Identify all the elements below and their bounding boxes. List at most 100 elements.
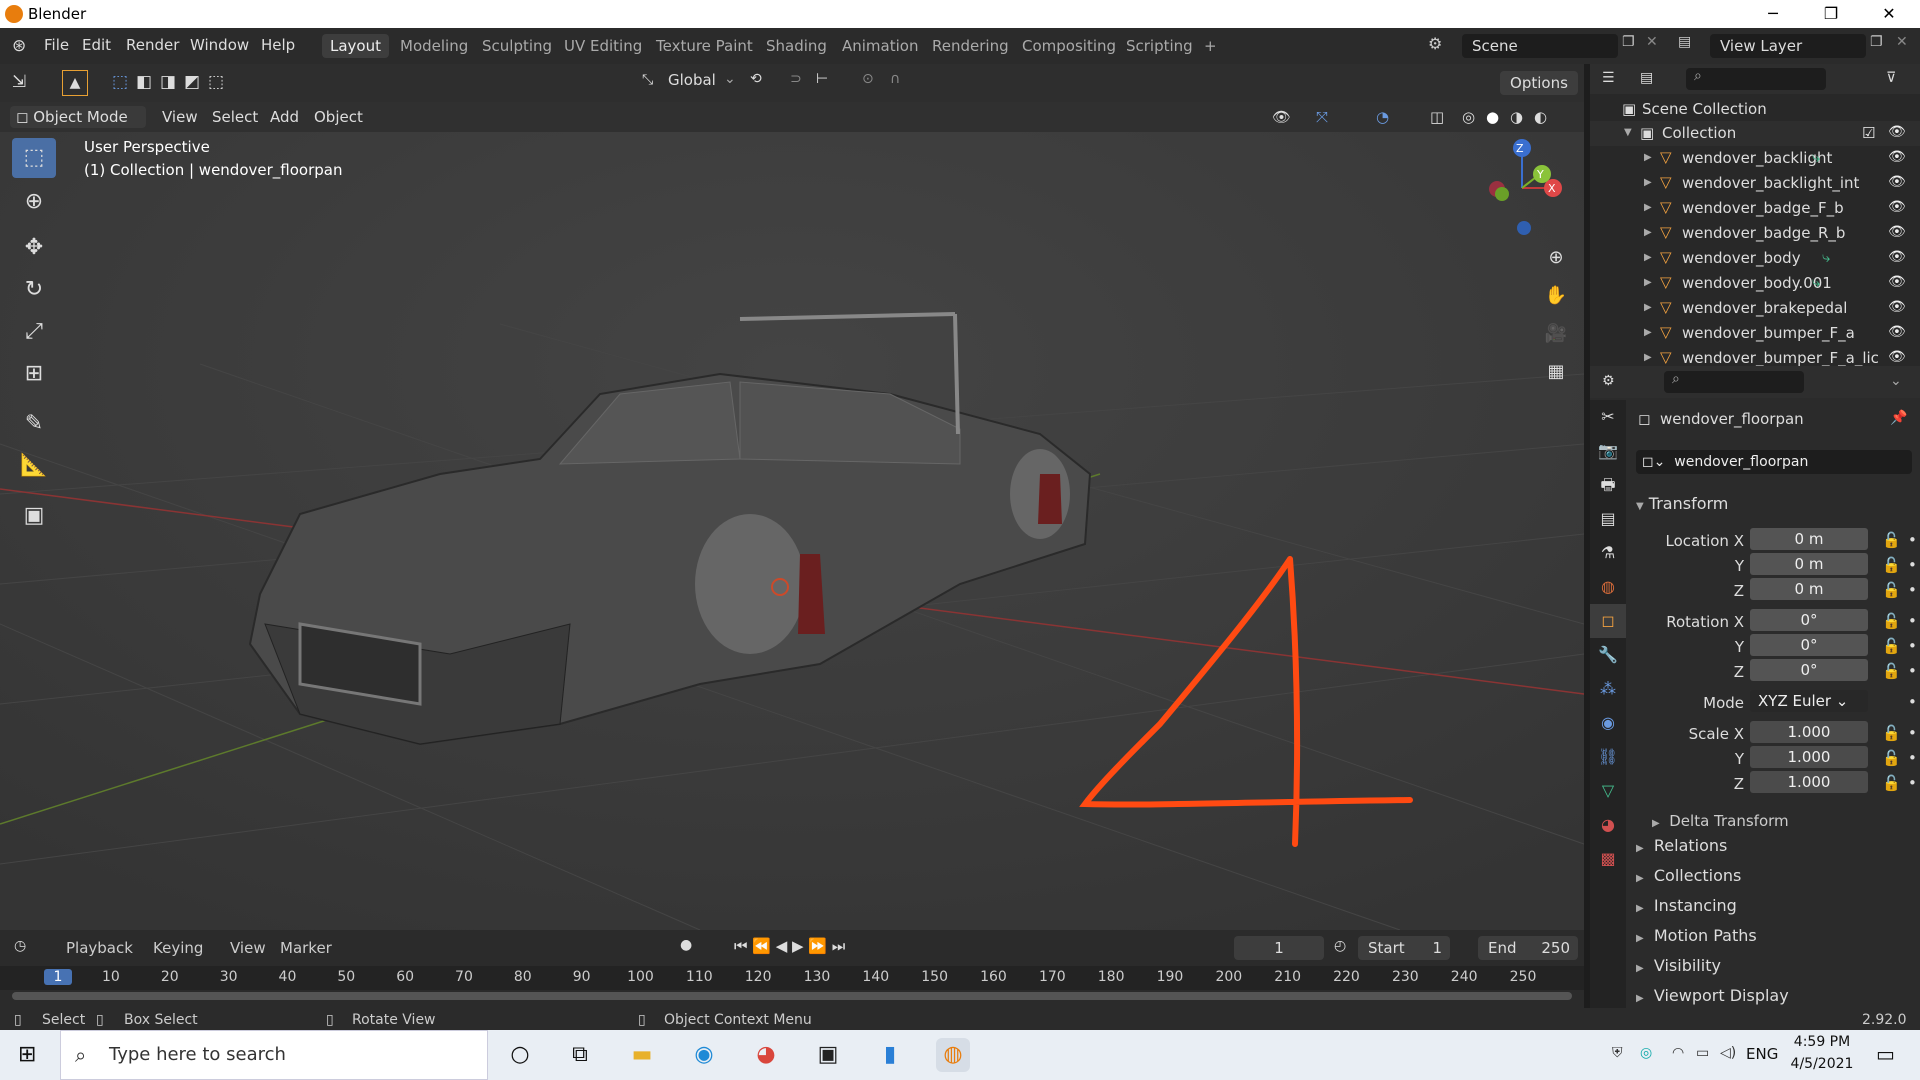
- properties-panel-header[interactable]: ▶ Visibility: [1636, 956, 1721, 975]
- keyframe-dot-icon[interactable]: •: [1908, 612, 1917, 630]
- tab-rendering[interactable]: Rendering: [924, 34, 1017, 58]
- scene-field[interactable]: Scene: [1462, 34, 1618, 58]
- tab-compositing[interactable]: Compositing: [1014, 34, 1124, 58]
- shading-material-icon[interactable]: ◑: [1504, 106, 1529, 128]
- store-icon[interactable]: ▣: [811, 1038, 845, 1072]
- remove-scene-icon[interactable]: ✕: [1646, 34, 1658, 50]
- expand-triangle-icon[interactable]: ▶: [1644, 152, 1652, 163]
- lock-icon[interactable]: 🔓: [1882, 581, 1901, 599]
- expand-triangle-icon[interactable]: ▶: [1644, 202, 1652, 213]
- outliner-item[interactable]: ▶ ▽ wendover_badge_F_b 👁: [1590, 196, 1920, 221]
- constraints-tab-icon[interactable]: ⛓: [1590, 740, 1626, 774]
- pin-icon[interactable]: 📌: [1890, 410, 1907, 426]
- menu-select[interactable]: Select: [206, 106, 264, 128]
- zoom-icon[interactable]: ⊕: [1540, 242, 1572, 274]
- filter-icon[interactable]: ⊽: [1886, 70, 1896, 86]
- camera-view-icon[interactable]: 🎥: [1540, 318, 1572, 350]
- close-button[interactable]: ✕: [1860, 0, 1918, 28]
- location-z-field[interactable]: 0 m: [1750, 578, 1868, 600]
- maximize-button[interactable]: ❐: [1802, 0, 1860, 28]
- volume-icon[interactable]: ◁): [1720, 1045, 1736, 1061]
- expand-triangle-icon[interactable]: ▶: [1644, 277, 1652, 288]
- outliner-item[interactable]: ▶ ▽ wendover_badge_R_b 👁: [1590, 221, 1920, 246]
- scale-x-field[interactable]: 1.000: [1750, 721, 1868, 743]
- lock-icon[interactable]: 🔓: [1882, 531, 1901, 549]
- menu-view[interactable]: View: [156, 106, 204, 128]
- lock-icon[interactable]: 🔓: [1882, 662, 1901, 680]
- expand-triangle-icon[interactable]: ▶: [1644, 352, 1652, 363]
- expand-triangle-icon[interactable]: ▼: [1624, 127, 1632, 138]
- timeline-scrollbar[interactable]: [12, 992, 1572, 1000]
- keyframe-dot-icon[interactable]: •: [1908, 637, 1917, 655]
- scale-y-field[interactable]: 1.000: [1750, 746, 1868, 768]
- annotate-tool-icon[interactable]: ✎: [12, 404, 56, 444]
- expand-triangle-icon[interactable]: ▶: [1644, 302, 1652, 313]
- lock-icon[interactable]: 🔓: [1882, 612, 1901, 630]
- clock-time[interactable]: 4:59 PM: [1782, 1034, 1862, 1050]
- object-tab-icon[interactable]: ◻: [1590, 604, 1626, 638]
- xray-toggle-icon[interactable]: ◫: [1424, 106, 1450, 128]
- properties-panel-header[interactable]: ▶ Instancing: [1636, 896, 1737, 915]
- menu-timeline-view[interactable]: View: [230, 939, 266, 957]
- eye-icon[interactable]: 👁: [1888, 349, 1906, 365]
- pan-hand-icon[interactable]: ✋: [1540, 280, 1572, 312]
- windows-start-icon[interactable]: ⊞: [18, 1042, 36, 1067]
- outliner-item[interactable]: ▶ ▽ wendover_backlight 👁 ⤷: [1590, 146, 1920, 171]
- view-layer-field[interactable]: View Layer: [1710, 34, 1866, 58]
- transform-panel-header[interactable]: ▼ Transform: [1636, 494, 1728, 513]
- lock-icon[interactable]: 🔓: [1882, 556, 1901, 574]
- menu-add[interactable]: Add: [264, 106, 305, 128]
- add-workspace-button[interactable]: +: [1196, 34, 1225, 58]
- security-icon[interactable]: ⛨: [1612, 1045, 1623, 1061]
- view-layer-tab-icon[interactable]: ▤: [1590, 502, 1626, 536]
- add-cube-tool-icon[interactable]: ▣: [12, 496, 56, 536]
- tab-uv-editing[interactable]: UV Editing: [556, 34, 650, 58]
- physics-tab-icon[interactable]: ◉: [1590, 706, 1626, 740]
- battery-icon[interactable]: ▭: [1696, 1045, 1709, 1061]
- keyframe-dot-icon[interactable]: •: [1908, 556, 1917, 574]
- checkbox-icon[interactable]: ☑: [1862, 124, 1875, 142]
- file-explorer-icon[interactable]: ▬: [625, 1038, 659, 1072]
- properties-panel-header[interactable]: ▶ Relations: [1636, 836, 1727, 855]
- select-box-tool-icon[interactable]: ⬚: [12, 138, 56, 178]
- tab-texture-paint[interactable]: Texture Paint: [648, 34, 761, 58]
- rotation-z-field[interactable]: 0°: [1750, 659, 1868, 681]
- expand-triangle-icon[interactable]: ▶: [1644, 327, 1652, 338]
- 3d-viewport[interactable]: Z Y X ⇲ ▲ ⬚ ◧ ◨ ◩ ⬚ ⤡ Global ⌄ ⟲ ⊃ ⊢ ⊙ ∩…: [0, 64, 1584, 930]
- select-mode-subtract-icon[interactable]: ◨: [160, 72, 176, 92]
- proportional-edit-icon[interactable]: ⊙: [862, 71, 874, 87]
- chrome-icon[interactable]: ◕: [749, 1038, 783, 1072]
- tab-animation[interactable]: Animation: [834, 34, 926, 58]
- shading-wireframe-icon[interactable]: ◎: [1456, 106, 1481, 128]
- scene-tab-icon[interactable]: ⚗: [1590, 536, 1626, 570]
- properties-editor-icon[interactable]: ⚙: [1602, 373, 1615, 389]
- scene-icon[interactable]: ⚙: [1428, 34, 1442, 53]
- properties-panel-header[interactable]: ▶ Viewport Display: [1636, 986, 1789, 1005]
- keyframe-dot-icon[interactable]: •: [1908, 581, 1917, 599]
- timeline-editor-type-icon[interactable]: ◷: [14, 938, 26, 954]
- measure-tool-icon[interactable]: 📐: [12, 446, 56, 486]
- scale-z-field[interactable]: 1.000: [1750, 771, 1868, 793]
- language-indicator[interactable]: ENG: [1746, 1045, 1778, 1063]
- view-layer-icon[interactable]: ▤: [1678, 34, 1691, 50]
- lock-icon[interactable]: 🔓: [1882, 637, 1901, 655]
- new-scene-icon[interactable]: ❐: [1622, 34, 1635, 50]
- scale-tool-icon[interactable]: ⤢: [12, 312, 56, 352]
- blender-menu-icon[interactable]: ⊛: [12, 36, 26, 56]
- snap-target-icon[interactable]: ⊢: [816, 71, 828, 87]
- keyframe-dot-icon[interactable]: •: [1908, 531, 1917, 549]
- move-tool-icon[interactable]: ✥: [12, 228, 56, 268]
- menu-marker[interactable]: Marker: [280, 939, 332, 957]
- rotate-tool-icon[interactable]: ↻: [12, 270, 56, 310]
- properties-panel-header[interactable]: ▶ Collections: [1636, 866, 1741, 885]
- select-mode-invert-icon[interactable]: ◩: [184, 72, 200, 92]
- keyframe-dot-icon[interactable]: •: [1908, 749, 1917, 767]
- eye-icon[interactable]: 👁: [1888, 324, 1906, 340]
- taskbar-search-box[interactable]: ⌕ Type here to search: [60, 1030, 488, 1080]
- remove-view-layer-icon[interactable]: ✕: [1896, 34, 1908, 50]
- tray-app-icon[interactable]: ◎: [1640, 1045, 1652, 1061]
- scene-collection-row[interactable]: ▣ Scene Collection: [1590, 97, 1920, 122]
- keyframe-dot-icon[interactable]: •: [1908, 662, 1917, 680]
- outliner-editor-icon[interactable]: ☰: [1602, 70, 1615, 86]
- expand-triangle-icon[interactable]: ▶: [1644, 252, 1652, 263]
